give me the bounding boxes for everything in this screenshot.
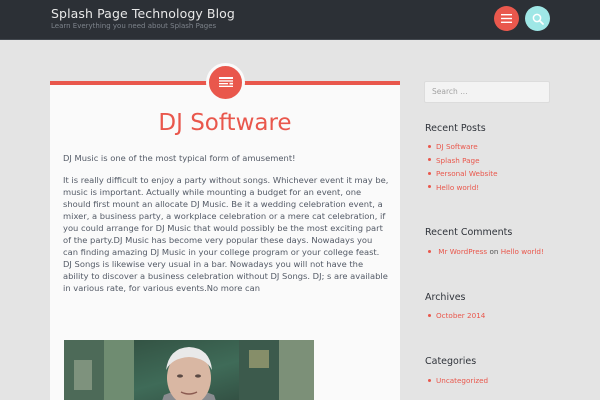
recent-comments-list: Mr WordPress on Hello world! [428, 245, 544, 259]
archives-list: October 2014 [428, 309, 485, 323]
recent-post-link[interactable]: DJ Software [436, 142, 478, 151]
post-paragraph: DJ Music is one of the most typical form… [63, 153, 296, 163]
hamburger-icon [501, 14, 512, 23]
menu-button[interactable] [494, 6, 519, 31]
post-image [64, 340, 314, 400]
post-format-standard-icon [218, 76, 233, 87]
list-item: Personal Website [428, 167, 498, 181]
archives-title: Archives [425, 292, 466, 303]
search-icon [532, 13, 544, 25]
post-title[interactable]: DJ Software [50, 110, 400, 136]
recent-post-link[interactable]: Hello world! [436, 183, 479, 192]
site-description: Learn Everything you need about Splash P… [51, 22, 217, 30]
list-item: Splash Page [428, 154, 498, 168]
post-format-badge [206, 63, 245, 102]
recent-comments-title: Recent Comments [425, 227, 513, 238]
recent-posts-title: Recent Posts [425, 123, 486, 134]
categories-list: Uncategorized [428, 374, 488, 388]
archive-link[interactable]: October 2014 [436, 311, 485, 320]
list-item: Hello world! [428, 181, 498, 195]
post-paragraph: It is really difficult to enjoy a party … [63, 174, 389, 293]
list-item: Mr WordPress on Hello world! [428, 245, 544, 259]
comment-author-link[interactable]: Mr WordPress [438, 247, 487, 256]
sidebar-search-input[interactable]: Search … [424, 81, 550, 103]
list-item: DJ Software [428, 140, 498, 154]
categories-title: Categories [425, 356, 477, 367]
comment-post-link[interactable]: Hello world! [501, 247, 544, 256]
list-item: October 2014 [428, 309, 485, 323]
recent-posts-list: DJ Software Splash Page Personal Website… [428, 140, 498, 194]
category-link[interactable]: Uncategorized [436, 376, 488, 385]
dj-photo [64, 340, 314, 400]
post-content: DJ Music is one of the most typical form… [63, 152, 389, 303]
list-item: Uncategorized [428, 374, 488, 388]
site-header: Splash Page Technology Blog Learn Everyt… [0, 0, 600, 40]
search-button[interactable] [525, 6, 550, 31]
recent-post-link[interactable]: Personal Website [436, 169, 498, 178]
recent-post-link[interactable]: Splash Page [436, 156, 480, 165]
comment-connector: on [489, 247, 499, 256]
site-title[interactable]: Splash Page Technology Blog [51, 6, 235, 21]
